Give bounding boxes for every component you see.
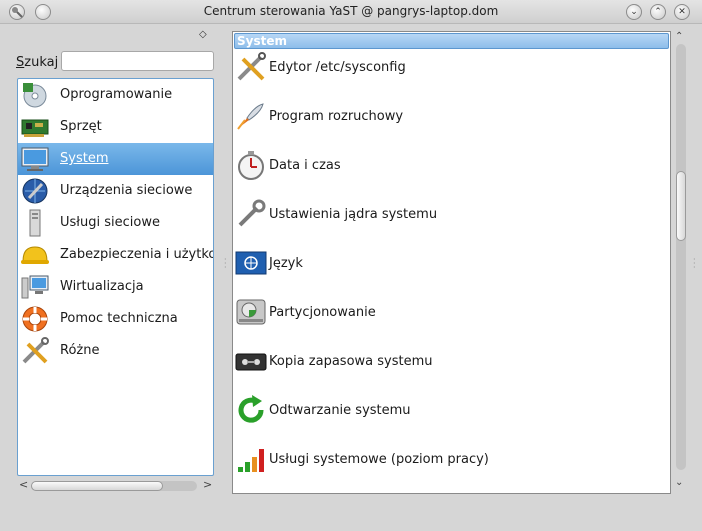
- category-item-virtualization[interactable]: Wirtualizacja: [18, 271, 213, 303]
- runlevel-bars-icon: [235, 443, 267, 475]
- module-item-sysconfig-editor[interactable]: Edytor /etc/sysconfig: [233, 49, 670, 98]
- right-splitter-handle[interactable]: · · ·: [693, 256, 696, 272]
- module-label: Edytor /etc/sysconfig: [269, 60, 406, 75]
- module-label: Kopia zapasowa systemu: [269, 354, 433, 369]
- network-services-icon: [20, 208, 50, 238]
- module-item-kernel-settings[interactable]: Ustawienia jądra systemu: [233, 196, 670, 245]
- category-label: Różne: [60, 343, 100, 358]
- tape-icon: [235, 345, 267, 377]
- stopwatch-icon: [235, 149, 267, 181]
- hardhat-icon: [20, 240, 50, 270]
- category-list[interactable]: Oprogramowanie Sprzęt System Urządzenia …: [17, 78, 214, 476]
- search-label: Szukaj: [16, 55, 59, 70]
- scroll-left-arrow[interactable]: <: [19, 478, 28, 491]
- module-label: Ustawienia jądra systemu: [269, 207, 438, 222]
- window-titlebar[interactable]: Centrum sterowania YaST @ pangrys-laptop…: [0, 0, 702, 24]
- tools-icon: [235, 51, 267, 83]
- scroll-up-arrow[interactable]: ⌃: [675, 31, 683, 42]
- category-label: Oprogramowanie: [60, 87, 173, 102]
- module-label: Partycjonowanie: [269, 305, 376, 320]
- category-label: Pomoc techniczna: [60, 311, 178, 326]
- close-button[interactable]: ✕: [674, 4, 690, 20]
- minimize-button[interactable]: ⌄: [626, 4, 642, 20]
- window-title: Centrum sterowania YaST @ pangrys-laptop…: [203, 4, 499, 18]
- virtualization-icon: [20, 272, 50, 302]
- category-item-hardware[interactable]: Sprzęt: [18, 111, 213, 143]
- category-label: System: [60, 151, 109, 166]
- scroll-right-arrow[interactable]: >: [203, 478, 212, 491]
- hardware-card-icon: [20, 112, 50, 142]
- category-item-support[interactable]: Pomoc techniczna: [18, 303, 213, 335]
- module-label: Data i czas: [269, 158, 341, 173]
- vscroll-track[interactable]: [676, 44, 686, 470]
- globe-wrench-icon: [20, 176, 50, 206]
- software-cd-icon: [20, 80, 50, 110]
- maximize-button[interactable]: ⌃: [650, 4, 666, 20]
- monitor-icon: [20, 144, 50, 174]
- tools-icon: [20, 336, 50, 366]
- hscroll-track[interactable]: [31, 481, 197, 491]
- scroll-down-arrow[interactable]: ⌄: [675, 477, 683, 488]
- module-panel: System Edytor /etc/sysconfig Program roz…: [232, 31, 671, 494]
- module-item-language[interactable]: Język: [233, 245, 670, 294]
- module-item-bootloader[interactable]: Program rozruchowy: [233, 98, 670, 147]
- category-item-system[interactable]: System: [18, 143, 213, 175]
- section-header: System: [234, 33, 669, 49]
- un-flag-icon: [235, 247, 267, 279]
- category-label: Usługi sieciowe: [60, 215, 160, 230]
- wrench-icon: [235, 198, 267, 230]
- category-item-security-users[interactable]: Zabezpieczenia i użytkownicy: [18, 239, 213, 271]
- window-bottom-area: [0, 500, 702, 531]
- category-item-misc[interactable]: Różne: [18, 335, 213, 367]
- category-panel: ◇ Szukaj Oprogramowanie Sprzęt System Ur…: [9, 24, 222, 500]
- module-item-system-backup[interactable]: Kopia zapasowa systemu: [233, 343, 670, 392]
- module-item-partitioner[interactable]: Partycjonowanie: [233, 294, 670, 343]
- panel-splitter-handle[interactable]: · · ·: [224, 256, 227, 272]
- hscroll-thumb[interactable]: [31, 481, 163, 491]
- hard-disk-icon: [235, 296, 267, 328]
- module-label: Program rozruchowy: [269, 109, 404, 124]
- dock-pin-icon[interactable]: ◇: [199, 29, 207, 40]
- lifebuoy-icon: [20, 304, 50, 334]
- module-vscrollbar[interactable]: ⌃ ⌄: [674, 31, 688, 494]
- rocket-icon: [235, 100, 267, 132]
- category-label: Wirtualizacja: [60, 279, 144, 294]
- module-label: Usługi systemowe (poziom pracy): [269, 452, 489, 467]
- module-item-system-restore[interactable]: Odtwarzanie systemu: [233, 392, 670, 441]
- module-label: Odtwarzanie systemu: [269, 403, 411, 418]
- module-item-runlevel[interactable]: Usługi systemowe (poziom pracy): [233, 441, 670, 490]
- category-item-network-services[interactable]: Usługi sieciowe: [18, 207, 213, 239]
- category-item-software[interactable]: Oprogramowanie: [18, 79, 213, 111]
- category-item-network-devices[interactable]: Urządzenia sieciowe: [18, 175, 213, 207]
- module-item-date-time[interactable]: Data i czas: [233, 147, 670, 196]
- category-hscrollbar[interactable]: < >: [17, 478, 214, 494]
- category-label: Sprzęt: [60, 119, 102, 134]
- search-input[interactable]: [61, 51, 214, 71]
- category-label: Zabezpieczenia i użytkownicy: [60, 247, 213, 262]
- vscroll-thumb[interactable]: [676, 171, 686, 241]
- restore-arrow-icon: [235, 394, 267, 426]
- module-label: Język: [269, 256, 303, 271]
- category-label: Urządzenia sieciowe: [60, 183, 193, 198]
